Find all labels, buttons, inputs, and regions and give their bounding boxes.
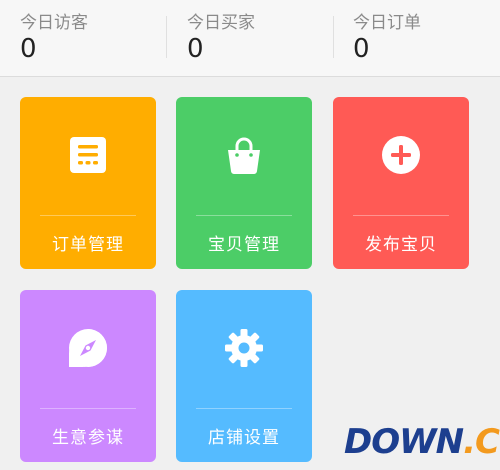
shopping-bag-icon (228, 137, 260, 174)
plus-circle-icon (382, 136, 420, 174)
tile-publish-item[interactable]: 发布宝贝 (333, 97, 469, 269)
stat-value: 0 (20, 34, 37, 64)
gear-icon (225, 329, 263, 367)
tile-label: 发布宝贝 (365, 235, 437, 255)
tile-divider (40, 215, 136, 216)
compass-icon (69, 329, 107, 367)
watermark-text: DOWN.CC (344, 422, 500, 462)
tile-item-management[interactable]: 宝贝管理 (176, 97, 312, 269)
stats-bar: 今日访客 0 今日买家 0 今日订单 0 (0, 0, 500, 77)
stat-divider (166, 16, 167, 58)
stat-value: 0 (187, 34, 204, 64)
down-cc-watermark: DOWN.CC (340, 418, 500, 466)
tile-divider (40, 408, 136, 409)
watermark-brand: DOWN (344, 422, 464, 462)
stat-label: 今日访客 (20, 13, 88, 33)
stat-label: 今日订单 (353, 13, 421, 33)
tile-label: 店铺设置 (208, 428, 280, 448)
watermark-suffix: .CC (463, 422, 500, 462)
tile-divider (196, 215, 292, 216)
stat-divider (333, 16, 334, 58)
tile-label: 宝贝管理 (208, 235, 280, 255)
tile-label: 订单管理 (52, 235, 124, 255)
tile-label: 生意参谋 (52, 428, 124, 448)
stat-label: 今日买家 (187, 13, 255, 33)
tile-divider (196, 408, 292, 409)
tile-divider (353, 215, 449, 216)
stat-value: 0 (353, 34, 370, 64)
tile-shop-settings[interactable]: 店铺设置 (176, 290, 312, 462)
tile-business-advisor[interactable]: 生意参谋 (20, 290, 156, 462)
order-list-icon (70, 137, 106, 173)
tile-order-management[interactable]: 订单管理 (20, 97, 156, 269)
